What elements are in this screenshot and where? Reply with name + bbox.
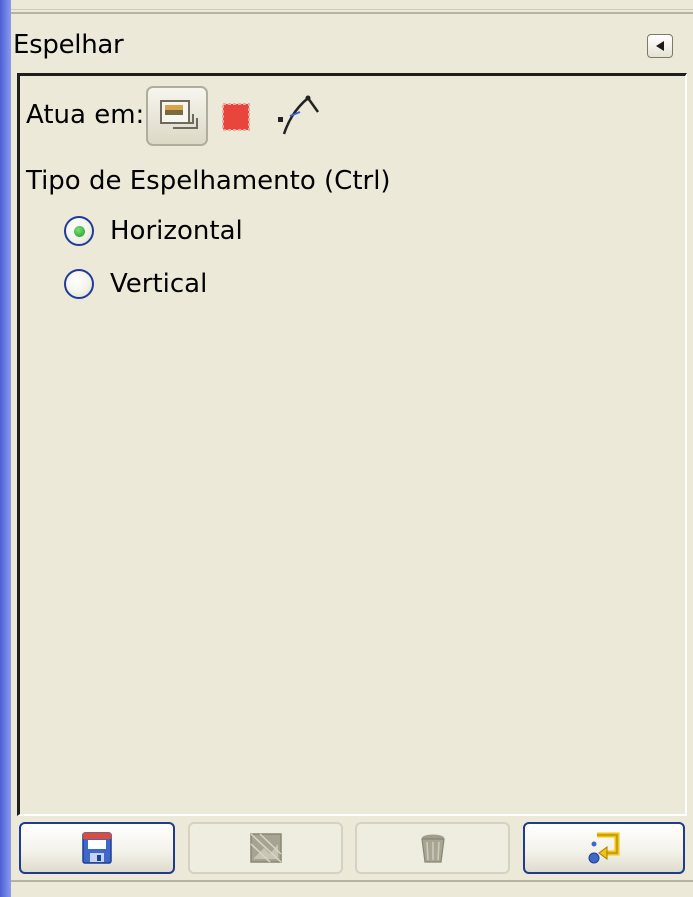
target-path-button[interactable] [270,88,326,142]
target-selection-button[interactable] [214,92,258,140]
bottom-dock-strip [11,880,693,897]
selection-icon [222,103,250,131]
target-layer-button[interactable] [146,86,208,146]
radio-label-horizontal: Horizontal [110,216,243,246]
radio-vertical[interactable]: Vertical [64,267,207,301]
restore-icon [249,833,282,863]
radio-button-unchecked[interactable] [64,269,94,299]
radio-dot [73,225,85,237]
reset-icon [588,832,620,864]
radio-button-checked[interactable] [64,216,94,246]
delete-options-button[interactable] [355,822,510,874]
save-icon [82,832,112,864]
collapse-button[interactable] [647,34,673,58]
radio-horizontal[interactable]: Horizontal [64,214,243,248]
restore-options-button[interactable] [188,822,343,874]
triangle-left-icon [656,41,664,51]
reset-options-button[interactable] [523,822,685,874]
radio-label-vertical: Vertical [110,269,208,299]
path-icon [278,95,320,135]
flip-type-heading: Tipo de Espelhamento (Ctrl) [26,166,391,196]
tool-options-button-bar [17,820,687,876]
panel-title: Espelhar [13,30,124,60]
top-dock-strip [11,0,693,14]
trash-icon [420,834,445,863]
acts-on-label: Atua em: [26,100,145,130]
layer-icon [160,100,198,129]
save-options-button[interactable] [19,822,175,874]
window-left-edge [0,0,11,897]
